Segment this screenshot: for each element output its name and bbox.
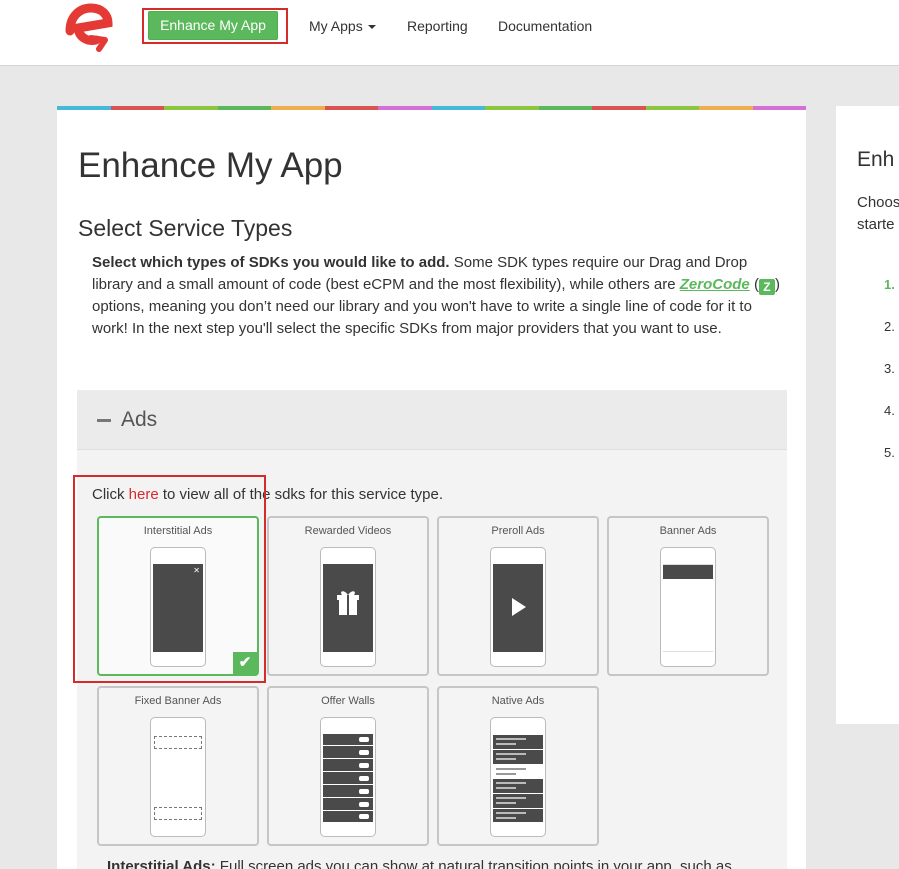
- stripe-segment: [217, 106, 271, 110]
- stripe-segment: [485, 106, 539, 110]
- sidebar-step-2[interactable]: 2. C: [884, 319, 899, 334]
- stripe-segment: [324, 106, 378, 110]
- stripe-segment: [699, 106, 753, 110]
- documentation-link[interactable]: Documentation: [498, 18, 592, 34]
- stripe-segment: [57, 106, 111, 110]
- caret-down-icon: [367, 25, 376, 30]
- tile-rewarded-videos[interactable]: Rewarded Videos: [267, 516, 429, 676]
- stripe-segment: [431, 106, 485, 110]
- tile-native-ads[interactable]: Native Ads: [437, 686, 599, 846]
- main-card: Enhance My App Select Service Types Sele…: [57, 106, 806, 869]
- stripe-segment: [164, 106, 218, 110]
- my-apps-label: My Apps: [309, 18, 363, 34]
- tile-label: Banner Ads: [659, 525, 717, 537]
- intro-bold: Select which types of SDKs you would lik…: [92, 254, 450, 271]
- native-ads-icon: [490, 717, 546, 837]
- selected-tile-highlight-box: [73, 475, 266, 683]
- tile-label: Fixed Banner Ads: [134, 695, 222, 707]
- ads-panel-title: Ads: [121, 408, 158, 431]
- intro-text: Select which types of SDKs you would lik…: [92, 254, 780, 337]
- app-logo[interactable]: [58, 2, 116, 52]
- tile-banner-ads[interactable]: Banner Ads: [607, 516, 769, 676]
- sidebar-title: Enh: [857, 148, 895, 171]
- interstitial-description-title: Interstitial Ads:: [107, 858, 216, 869]
- zerocode-link[interactable]: ZeroCode: [680, 276, 750, 293]
- stripe-segment: [538, 106, 592, 110]
- tile-label: Offer Walls: [321, 695, 375, 707]
- collapse-minus-icon[interactable]: [97, 419, 111, 422]
- sidebar-step-1[interactable]: 1. C: [884, 277, 899, 292]
- tile-label: Preroll Ads: [491, 525, 545, 537]
- play-icon: [490, 547, 546, 667]
- tile-fixed-banner-ads[interactable]: Fixed Banner Ads Z: [97, 686, 259, 846]
- top-navbar: Enhance My App My Apps Reporting Documen…: [0, 0, 899, 66]
- sidebar-desc-line: Choos: [857, 194, 899, 211]
- offer-wall-icon: [320, 717, 376, 837]
- interstitial-description: Interstitial Ads: Full screen ads you ca…: [107, 858, 732, 869]
- my-apps-dropdown[interactable]: My Apps: [309, 18, 376, 34]
- page-title: Enhance My App: [78, 146, 343, 185]
- tile-label: Native Ads: [491, 695, 545, 707]
- sidebar-description: Choos starte: [857, 192, 899, 236]
- sidebar-step-3[interactable]: 3. S: [884, 361, 899, 376]
- reporting-link[interactable]: Reporting: [407, 18, 468, 34]
- stripe-segment: [110, 106, 164, 110]
- fixed-banner-icon: [150, 717, 206, 837]
- stripe-segment: [752, 106, 806, 110]
- stripe-segment: [645, 106, 699, 110]
- banner-icon: [660, 547, 716, 667]
- intro-part2: options, meaning you don’t need our libr…: [92, 298, 752, 337]
- sidebar-step-4[interactable]: 4. I: [884, 403, 899, 418]
- sidebar-step-5[interactable]: 5. I: [884, 445, 899, 460]
- stripe-segment: [592, 106, 646, 110]
- color-stripe: [57, 106, 806, 110]
- interstitial-description-text: Full screen ads you can show at natural …: [215, 858, 732, 869]
- stripe-segment: [378, 106, 432, 110]
- tile-label: Rewarded Videos: [304, 525, 392, 537]
- section-title: Select Service Types: [78, 215, 293, 241]
- enhance-my-app-button[interactable]: Enhance My App: [148, 11, 278, 40]
- gift-icon: [320, 547, 376, 667]
- ads-panel-header[interactable]: Ads: [77, 390, 787, 450]
- stripe-segment: [271, 106, 325, 110]
- tile-offer-walls[interactable]: Offer Walls: [267, 686, 429, 846]
- sidebar-desc-line: starte: [857, 216, 895, 233]
- zerocode-badge-icon: Z: [758, 279, 775, 295]
- steps-sidebar: Enh Choos starte 1. C 2. C 3. S 4. I 5. …: [836, 106, 899, 724]
- tile-preroll-ads[interactable]: Preroll Ads Z: [437, 516, 599, 676]
